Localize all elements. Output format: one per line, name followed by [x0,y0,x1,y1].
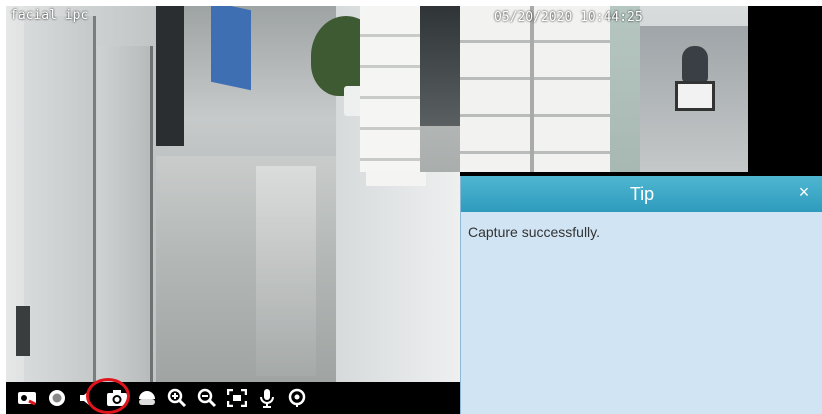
video-door [98,46,153,382]
record-button[interactable] [42,384,72,412]
close-icon[interactable]: × [794,182,814,202]
zoom-out-icon [197,388,217,408]
video-monitor-window: facial ipc 05/20/2020 10:44:25 Tip × Cap… [0,0,822,414]
video-glass [610,6,640,172]
ptz-button[interactable] [132,384,162,412]
microphone-icon [259,388,275,408]
close-stream-icon [17,390,37,406]
video-person [420,6,460,126]
camera-label: facial ipc [10,8,89,23]
video-shelf [460,6,610,172]
tip-dialog-header: Tip [461,176,822,212]
location-button[interactable] [282,384,312,412]
video-shelf [360,6,420,172]
fullscreen-icon [227,389,247,407]
zoom-out-button[interactable] [192,384,222,412]
video-office-slice [360,6,460,172]
playback-toolbar [6,382,460,414]
zoom-in-button[interactable] [162,384,192,412]
video-letterbox [748,6,822,172]
secondary-video-pane[interactable] [460,6,748,172]
video-door-panel [16,306,30,356]
tip-dialog-title: Tip [629,183,655,204]
video-door [24,16,96,382]
close-stream-button[interactable] [12,384,42,412]
microphone-button[interactable] [252,384,282,412]
video-floor-reflection [256,166,316,376]
video-timestamp: 05/20/2020 10:44:25 [494,10,643,25]
capture-highlight-circle [86,378,130,414]
fullscreen-button[interactable] [222,384,252,412]
tip-dialog: Tip × Capture successfully. [460,176,822,414]
record-icon [48,389,66,407]
video-person [682,46,708,82]
video-monitor [675,81,715,111]
zoom-in-icon [167,388,187,408]
video-shelf-divider [530,6,534,172]
video-doorway [156,6,184,146]
tip-message: Capture successfully. [468,224,601,240]
ptz-icon [137,389,157,407]
location-pin-icon [288,388,306,408]
video-banner [211,6,251,91]
